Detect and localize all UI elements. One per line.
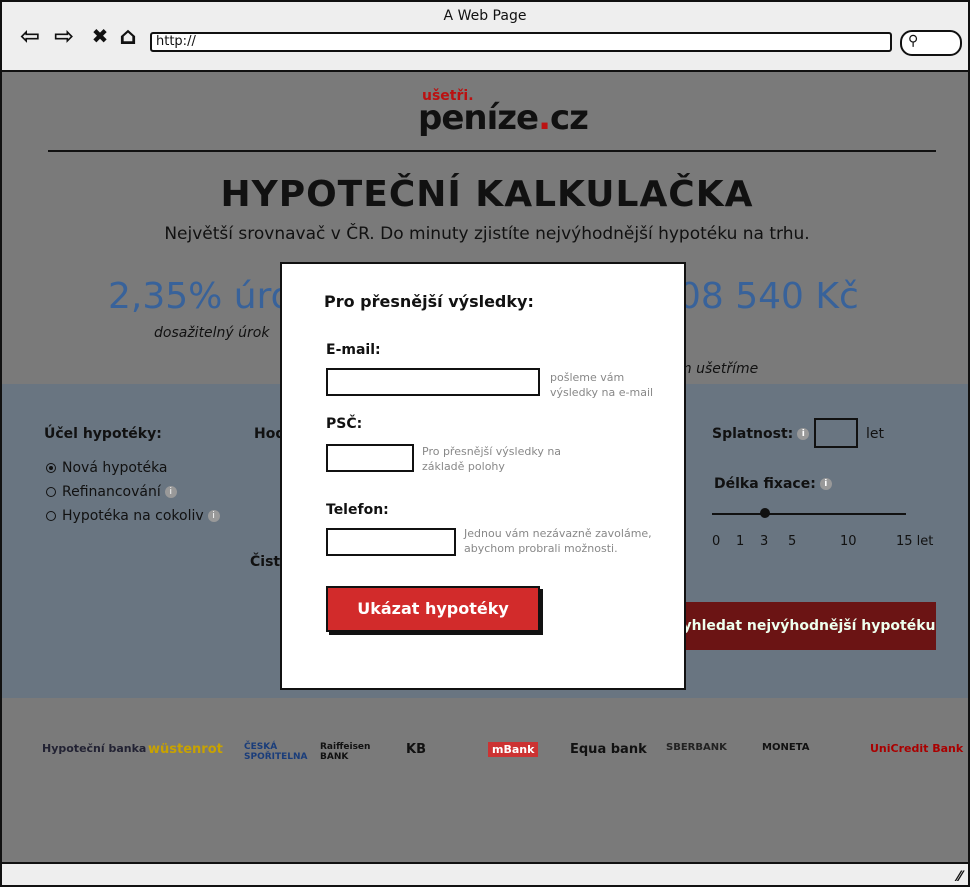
back-arrow-icon[interactable]: ⇦ [16,22,44,50]
psc-label: PSČ: [326,416,363,432]
slider-tick: 5 [788,534,797,549]
page-subtitle: Největší srovnavač v ČR. Do minuty zjist… [164,224,810,244]
resize-handle-icon[interactable]: ⁄⁄ [957,869,962,885]
bank-logo: KB [406,742,426,757]
rate-caption: dosažitelný úrok [154,325,270,341]
header-divider [48,150,936,152]
slider-tick: 10 [840,534,857,549]
slider-tick: 0 [712,534,721,549]
fixation-label: Délka fixace: i [714,476,832,492]
bank-logo: Equa bank [570,742,647,757]
rate-stat: 2,35% úro [108,276,293,317]
radio-any-purpose[interactable]: Hypotéka na cokoliv i [46,508,220,524]
status-bar: ⁄⁄ [2,862,968,885]
bank-logo: Hypoteční banka [42,742,147,755]
savings-caption: m ušetříme [678,361,759,377]
browser-toolbar: A Web Page ⇦ ⇨ ✖ ⌂ http:// ⚲ [2,2,968,72]
radio-new-mortgage[interactable]: Nová hypotéka [46,460,168,476]
email-label: E-mail: [326,342,381,358]
email-hint: pošleme vám výsledky na e-mail [550,371,654,399]
psc-field[interactable] [326,444,414,472]
purpose-label: Účel hypotéky: [44,426,162,442]
bank-logo: UniCredit Bank [870,742,964,755]
browser-window: A Web Page ⇦ ⇨ ✖ ⌂ http:// ⚲ ušetři. pen… [0,0,970,887]
bank-logo: ČESKÁ SPOŘITELNA [244,742,308,762]
psc-hint: Pro přesnější výsledky na základě polohy [422,445,562,473]
bank-logo: MONETA [762,742,810,753]
bank-logo: wüstenrot [148,742,223,757]
search-box[interactable]: ⚲ [900,30,962,56]
bank-logos: Hypoteční banka wüstenrot ČESKÁ SPOŘITEL… [2,732,968,772]
find-mortgage-button[interactable]: yhledat nejvýhodnější hypotéku [682,602,936,650]
page-title: HYPOTEČNÍ KALKULAČKA [220,174,754,215]
home-icon[interactable]: ⌂ [114,22,142,50]
bank-logo: SBERBANK [666,742,727,753]
radio-refinancing[interactable]: Refinancování i [46,484,177,500]
info-icon[interactable]: i [207,510,220,522]
repayment-unit: let [866,426,884,442]
repayment-input[interactable] [814,418,858,448]
contact-modal: Pro přesnější výsledky: E-mail: pošleme … [280,262,686,690]
show-mortgages-button[interactable]: Ukázat hypotéky [326,586,540,632]
bank-logo: Raiffeisen BANK [320,742,371,762]
address-bar[interactable]: http:// [150,32,892,52]
window-title: A Web Page [443,8,527,24]
site-logo[interactable]: peníze.cz [418,98,589,138]
slider-tick: 1 [736,534,745,549]
slider-tick: 15 let [896,534,934,549]
phone-hint: Jednou vám nezávazně zavoláme, abychom p… [464,527,652,555]
search-icon: ⚲ [908,33,919,49]
savings-stat: 08 540 Kč [678,276,859,317]
info-icon[interactable]: i [164,486,177,498]
phone-field[interactable] [326,528,456,556]
fixation-slider-handle[interactable] [760,508,770,518]
modal-title: Pro přesnější výsledky: [324,292,534,311]
bank-logo: mBank [488,742,539,757]
phone-label: Telefon: [326,502,389,518]
fixation-slider-track[interactable] [712,513,906,515]
slider-tick: 3 [760,534,769,549]
net-income-label: Čist [250,554,281,570]
email-field[interactable] [326,368,540,396]
info-icon[interactable]: i [819,478,832,490]
repayment-label: Splatnost: i [712,426,810,442]
forward-arrow-icon[interactable]: ⇨ [50,22,78,50]
close-icon[interactable]: ✖ [86,22,114,50]
info-icon[interactable]: i [797,428,810,440]
